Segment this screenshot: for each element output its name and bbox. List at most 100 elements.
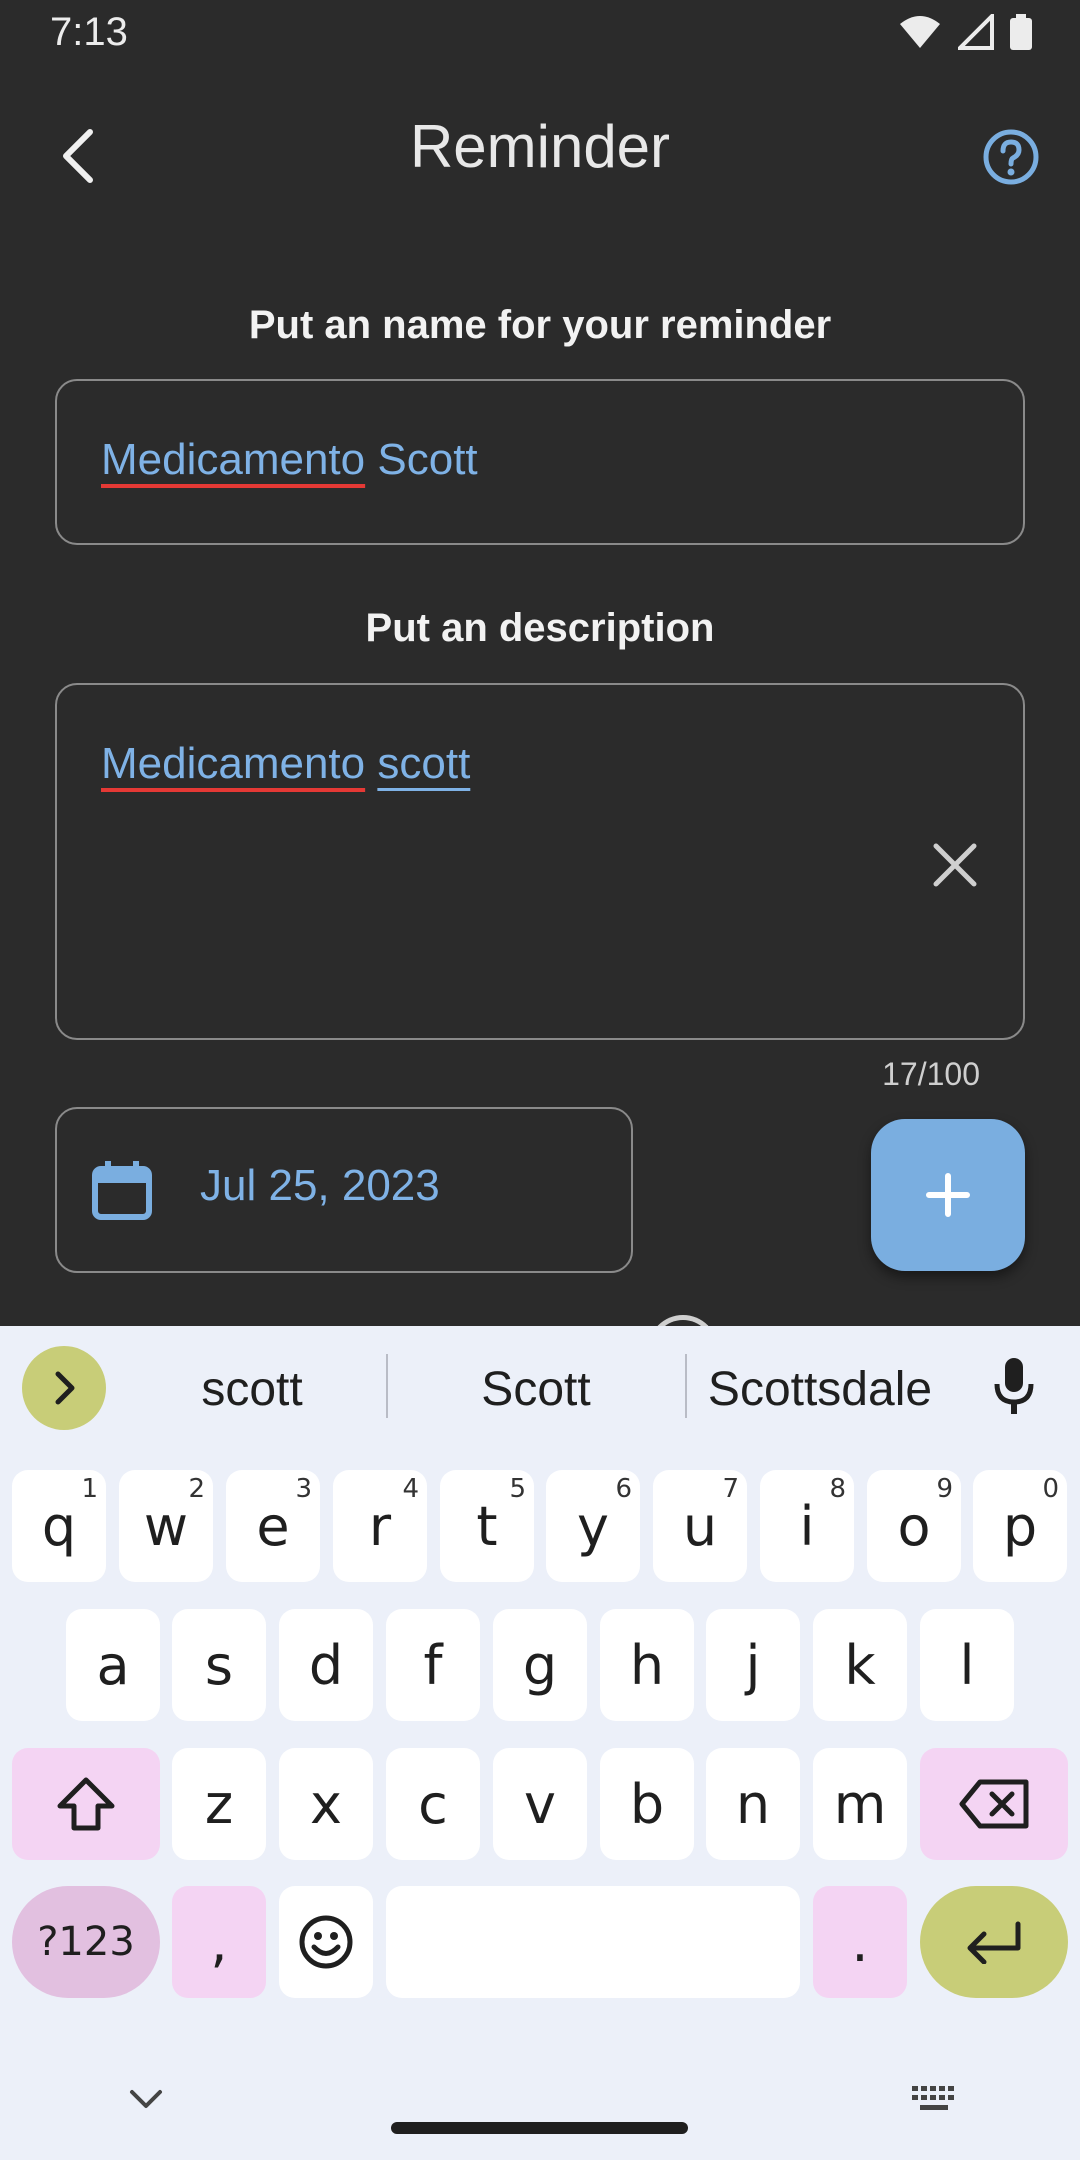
key-hint: 5 [509, 1474, 526, 1504]
chevron-right-icon [55, 1371, 75, 1405]
name-input-value: Medicamento Scott [101, 435, 478, 485]
shift-icon [57, 1777, 115, 1831]
soft-keyboard: scott Scott Scottsdale q1 w2 e3 r4 t5 y6… [0, 1326, 1080, 2160]
voice-input-button[interactable] [984, 1356, 1044, 1416]
key-w[interactable]: w2 [119, 1470, 213, 1582]
home-indicator[interactable] [391, 2122, 688, 2134]
keyboard-icon [912, 2086, 954, 2110]
name-word-1: Medicamento [101, 435, 366, 484]
suggestion-bar: scott Scott Scottsdale [0, 1326, 1080, 1446]
clear-icon [933, 843, 977, 887]
calendar-icon [92, 1161, 152, 1220]
key-hint: 0 [1042, 1474, 1059, 1504]
enter-icon [967, 1921, 1021, 1964]
key-j[interactable]: j [706, 1609, 800, 1721]
name-input[interactable]: Medicamento Scott [55, 379, 1025, 545]
backspace-icon [959, 1779, 1029, 1829]
plus-icon [926, 1173, 970, 1217]
key-label: i [799, 1494, 815, 1558]
key-g[interactable]: g [493, 1609, 587, 1721]
key-label: o [897, 1494, 931, 1558]
key-u[interactable]: u7 [653, 1470, 747, 1582]
suggestion-1[interactable]: scott [130, 1362, 374, 1417]
suggestion-3[interactable]: Scottsdale [700, 1362, 940, 1417]
enter-key[interactable] [920, 1886, 1068, 1998]
key-p[interactable]: p0 [973, 1470, 1067, 1582]
desc-word-1: Medicamento [101, 739, 366, 788]
key-e[interactable]: e3 [226, 1470, 320, 1582]
key-q[interactable]: q1 [12, 1470, 106, 1582]
character-counter: 17/100 [882, 1056, 980, 1092]
key-o[interactable]: o9 [867, 1470, 961, 1582]
description-input-value: Medicamento scott [101, 739, 470, 789]
period-key[interactable]: . [813, 1886, 907, 1998]
shift-key[interactable] [12, 1748, 160, 1860]
key-s[interactable]: s [172, 1609, 266, 1721]
key-k[interactable]: k [813, 1609, 907, 1721]
expand-toolbar-button[interactable] [22, 1346, 106, 1430]
status-icons [898, 14, 1032, 50]
key-m[interactable]: m [813, 1748, 907, 1860]
app-header: Reminder [0, 100, 1080, 210]
date-value: Jul 25, 2023 [200, 1161, 440, 1210]
key-hint: 7 [722, 1474, 739, 1504]
key-label: t [476, 1494, 498, 1558]
key-a[interactable]: a [66, 1609, 160, 1721]
key-label: r [368, 1494, 392, 1558]
signal-icon [958, 14, 994, 50]
key-hint: 8 [829, 1474, 846, 1504]
switch-keyboard-button[interactable] [910, 2084, 958, 2119]
key-label: w [143, 1494, 189, 1558]
key-f[interactable]: f [386, 1609, 480, 1721]
suggestion-divider [685, 1354, 687, 1418]
suggestion-divider [386, 1354, 388, 1418]
key-b[interactable]: b [600, 1748, 694, 1860]
emoji-icon [299, 1915, 353, 1969]
help-icon [983, 129, 1039, 185]
suggestion-2[interactable]: Scott [400, 1362, 672, 1417]
key-l[interactable]: l [920, 1609, 1014, 1721]
symbols-key[interactable]: ?123 [12, 1886, 160, 1998]
key-d[interactable]: d [279, 1609, 373, 1721]
emoji-key[interactable] [279, 1886, 373, 1998]
hide-keyboard-button[interactable] [126, 2086, 166, 2117]
help-button[interactable] [976, 122, 1046, 192]
description-label: Put an description [365, 606, 715, 650]
key-label: e [256, 1494, 290, 1558]
name-label: Put an name for your reminder [248, 303, 832, 347]
key-y[interactable]: y6 [546, 1470, 640, 1582]
key-hint: 9 [936, 1474, 953, 1504]
key-r[interactable]: r4 [333, 1470, 427, 1582]
space-key[interactable] [386, 1886, 800, 1998]
page-title: Reminder [409, 113, 671, 180]
key-hint: 2 [188, 1474, 205, 1504]
date-picker-field[interactable]: Jul 25, 2023 [55, 1107, 633, 1273]
chevron-down-icon [130, 2090, 162, 2108]
key-label: y [577, 1494, 609, 1558]
navigation-bar [0, 2040, 1080, 2160]
key-x[interactable]: x [279, 1748, 373, 1860]
microphone-icon [994, 1358, 1034, 1414]
key-v[interactable]: v [493, 1748, 587, 1860]
clear-description-button[interactable] [925, 835, 985, 895]
status-bar: 7:13 [0, 0, 1080, 66]
key-label: p [1002, 1494, 1038, 1558]
key-hint: 4 [402, 1474, 419, 1504]
status-time: 7:13 [50, 10, 128, 54]
key-hint: 6 [615, 1474, 632, 1504]
key-c[interactable]: c [386, 1748, 480, 1860]
add-button[interactable] [871, 1119, 1025, 1271]
key-h[interactable]: h [600, 1609, 694, 1721]
key-t[interactable]: t5 [440, 1470, 534, 1582]
comma-key[interactable]: , [172, 1886, 266, 1998]
battery-icon [1010, 14, 1032, 50]
key-i[interactable]: i8 [760, 1470, 854, 1582]
key-hint: 3 [295, 1474, 312, 1504]
description-input[interactable]: Medicamento scott [55, 683, 1025, 1040]
key-z[interactable]: z [172, 1748, 266, 1860]
key-label: u [682, 1494, 718, 1558]
desc-word-2: scott [377, 739, 471, 788]
backspace-key[interactable] [920, 1748, 1068, 1860]
key-hint: 1 [81, 1474, 98, 1504]
key-n[interactable]: n [706, 1748, 800, 1860]
